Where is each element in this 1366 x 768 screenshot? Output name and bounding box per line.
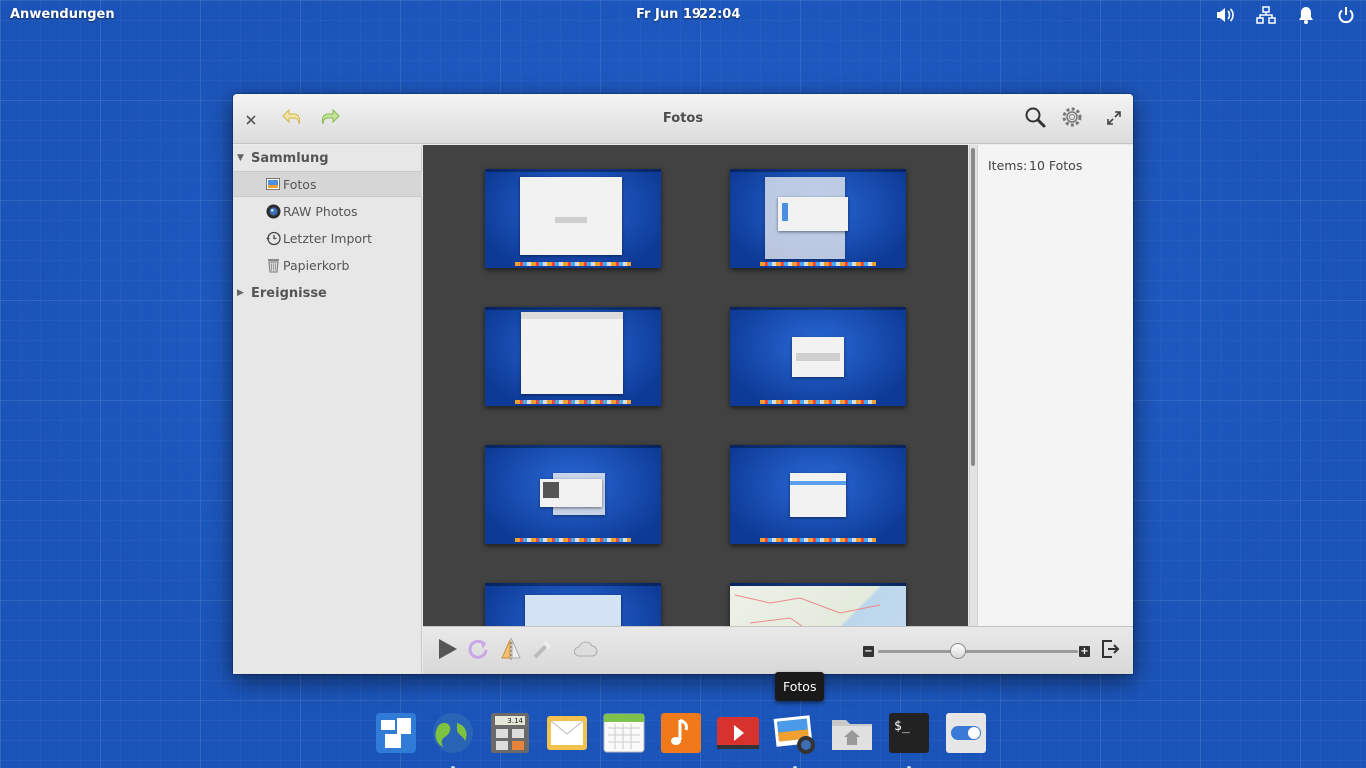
svg-text:3.14: 3.14 — [507, 717, 523, 725]
zoom-slider[interactable] — [878, 650, 1078, 653]
search-icon — [1024, 106, 1046, 132]
slideshow-button[interactable] — [433, 637, 461, 665]
sidebar-item-label: Fotos — [283, 176, 317, 192]
enhance-icon — [531, 637, 555, 665]
sidebar-item-label: Papierkorb — [283, 257, 350, 273]
settings-button[interactable] — [1060, 107, 1084, 131]
photo-thumbnail[interactable] — [730, 445, 906, 544]
history-icon — [265, 230, 281, 246]
mail-icon — [546, 712, 588, 758]
photo-thumbnail[interactable] — [485, 307, 661, 406]
dock-item-photos[interactable] — [772, 711, 818, 759]
grid-scrollbar[interactable] — [969, 145, 977, 626]
camera-icon — [265, 203, 281, 219]
dock-item-files[interactable] — [831, 714, 873, 756]
multitasking-view-icon — [375, 712, 417, 758]
rotate-icon — [467, 637, 491, 665]
export-icon — [1100, 638, 1120, 664]
zoom-in-button[interactable]: + — [1079, 646, 1090, 657]
dock-item-music[interactable] — [660, 712, 702, 758]
sidebar-item-label: RAW Photos — [283, 203, 358, 219]
window-title: Fotos — [662, 111, 704, 126]
items-count: 10 Fotos — [1029, 158, 1083, 173]
expander-closed-icon[interactable]: ▶ — [237, 288, 251, 298]
sidebar-section-sammlung[interactable]: ▼ Sammlung — [237, 147, 329, 169]
applications-menu[interactable]: Anwendungen — [10, 7, 115, 22]
dock-item-terminal[interactable]: $_ — [888, 712, 930, 758]
photos-app-icon — [772, 711, 818, 759]
sidebar-item-fotos[interactable]: Fotos — [233, 171, 422, 197]
calendar-icon — [603, 712, 645, 758]
photo-thumbnail[interactable] — [485, 445, 661, 544]
zoom-slider-knob[interactable] — [950, 643, 966, 659]
photo-thumbnail[interactable] — [485, 583, 661, 626]
publish-button[interactable] — [571, 637, 599, 665]
sidebar-section-label: Ereignisse — [251, 285, 327, 301]
folder-home-icon — [830, 712, 874, 758]
dock-item-calendar[interactable] — [603, 712, 645, 758]
cloud-icon — [572, 639, 598, 663]
network-icon[interactable] — [1255, 5, 1277, 25]
sidebar-section-label: Sammlung — [251, 150, 329, 166]
dock-item-web-browser[interactable] — [431, 711, 475, 759]
terminal-icon: $_ — [888, 712, 930, 758]
expander-open-icon[interactable]: ▼ — [237, 153, 251, 163]
volume-icon[interactable] — [1214, 5, 1236, 25]
toggle-icon — [945, 712, 987, 758]
zoom-out-button[interactable]: − — [863, 646, 874, 657]
sidebar-item-papierkorb[interactable]: Papierkorb — [233, 252, 422, 278]
fullscreen-button[interactable] — [1102, 107, 1126, 131]
bottom-toolbar: − + — [423, 626, 1133, 674]
scrollbar-thumb[interactable] — [971, 148, 975, 466]
photo-grid[interactable] — [423, 145, 968, 626]
photo-thumbnail[interactable] — [730, 169, 906, 268]
play-icon — [435, 637, 459, 665]
dock-item-calculator[interactable]: 3.14 — [489, 712, 531, 758]
flip-button[interactable] — [497, 637, 525, 665]
dock-item-system-settings[interactable] — [945, 712, 987, 758]
sidebar-item-letzter-import[interactable]: Letzter Import — [233, 225, 422, 251]
dock-tooltip: Fotos — [775, 672, 825, 701]
info-pane: Items: 10 Fotos — [977, 145, 1133, 626]
search-button[interactable] — [1023, 107, 1047, 131]
sidebar: ▼ Sammlung Fotos RAW Photos Letzter Impo… — [233, 145, 422, 674]
power-icon[interactable] — [1335, 5, 1357, 25]
rotate-button[interactable] — [465, 637, 493, 665]
music-icon — [660, 712, 702, 758]
dock-item-mail[interactable] — [546, 714, 588, 756]
photos-icon — [265, 176, 281, 192]
notification-icon[interactable] — [1295, 5, 1317, 25]
export-button[interactable] — [1096, 637, 1124, 665]
dock-item-videos[interactable] — [717, 714, 759, 756]
gear-icon — [1060, 105, 1084, 133]
trash-icon — [265, 257, 281, 273]
photos-window: Fotos ▼ Sammlung Fotos RAW Photos Letzte… — [233, 94, 1133, 674]
sidebar-section-ereignisse[interactable]: ▶ Ereignisse — [237, 282, 327, 304]
svg-text:$_: $_ — [894, 719, 910, 734]
sidebar-item-label: Letzter Import — [283, 230, 373, 246]
video-icon — [716, 712, 760, 758]
panel-time[interactable]: 22:04 — [699, 7, 740, 22]
enhance-button[interactable] — [529, 637, 557, 665]
photo-thumbnail[interactable] — [485, 169, 661, 268]
flip-icon — [499, 637, 523, 665]
headerbar: Fotos — [233, 94, 1133, 144]
fullscreen-icon — [1107, 110, 1121, 129]
globe-icon — [431, 711, 475, 759]
top-panel: Anwendungen Fr Jun 19 22:04 — [0, 0, 1366, 30]
dock-item-multitasking-view[interactable] — [375, 712, 417, 758]
calculator-icon: 3.14 — [490, 712, 530, 758]
dock: 3.14 $_ — [365, 705, 1001, 768]
photo-thumbnail[interactable] — [730, 307, 906, 406]
sidebar-item-raw-photos[interactable]: RAW Photos — [233, 198, 422, 224]
photo-thumbnail[interactable] — [730, 583, 906, 626]
panel-date[interactable]: Fr Jun 19 — [636, 7, 701, 22]
items-label: Items: — [988, 158, 1028, 173]
